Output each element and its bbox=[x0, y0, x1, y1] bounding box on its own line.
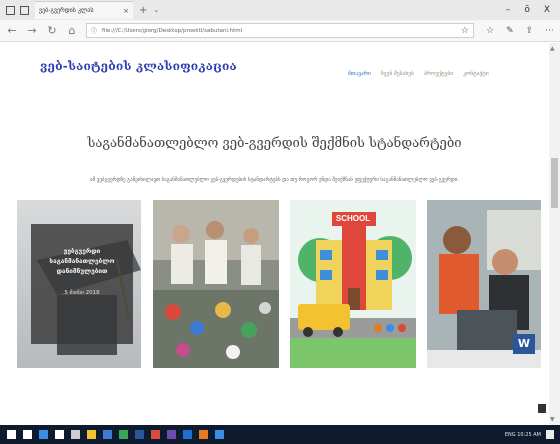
powerpoint-icon[interactable] bbox=[151, 430, 160, 439]
window-controls: – ō X bbox=[506, 5, 560, 15]
share-icon[interactable]: ⇪ bbox=[526, 26, 534, 36]
tab-actions-icon[interactable] bbox=[6, 5, 15, 15]
back-tab-icon[interactable] bbox=[20, 5, 29, 15]
nav-item-projects[interactable]: პროექტები bbox=[424, 71, 453, 77]
start-icon[interactable] bbox=[7, 430, 16, 439]
photos-icon[interactable] bbox=[215, 430, 224, 439]
tab-close-icon[interactable]: × bbox=[123, 7, 129, 15]
page-title: საგანმანათლებლო ვებ-გვერდის შექმნის სტან… bbox=[87, 136, 462, 151]
news-date: 5 მაისი 2018 bbox=[64, 290, 100, 296]
image-gallery: ვებგვერდი საგანმანათლებლო დანიშნულებით 5… bbox=[17, 200, 541, 368]
gallery-card-students[interactable]: W bbox=[427, 200, 541, 368]
school-illustration-image bbox=[290, 200, 416, 368]
search-icon[interactable] bbox=[23, 430, 32, 439]
browser-tab-strip: ვებ-გვერდის კლას × + ⌄ – ō X bbox=[0, 0, 560, 20]
favorite-star-icon[interactable]: ☆ bbox=[461, 26, 469, 36]
firefox-icon[interactable] bbox=[199, 430, 208, 439]
chrome-icon[interactable] bbox=[119, 430, 128, 439]
nav-item-about[interactable]: ჩვენ შესახებ bbox=[381, 71, 414, 77]
school-sign: SCHOOL bbox=[336, 214, 370, 223]
gallery-card-graduation[interactable]: ვებგვერდი საგანმანათლებლო დანიშნულებით 5… bbox=[17, 200, 141, 368]
nav-item-home[interactable]: მთავარი bbox=[348, 71, 371, 77]
browser-tab[interactable]: ვებ-გვერდის კლას × bbox=[35, 1, 133, 19]
windows-taskbar: ENG 10:25 AM bbox=[0, 425, 560, 444]
tab-title: ვებ-გვერდის კლას bbox=[39, 7, 94, 14]
refresh-button[interactable]: ↻ bbox=[44, 24, 60, 37]
onenote-icon[interactable] bbox=[167, 430, 176, 439]
word-icon: W bbox=[513, 334, 535, 354]
site-header: ვებ-საიტების კლასიფიკაცია მთავარი ჩვენ შ… bbox=[0, 43, 549, 103]
file-explorer-icon[interactable] bbox=[55, 430, 64, 439]
tray-clock[interactable]: ENG 10:25 AM bbox=[505, 432, 541, 438]
more-icon[interactable]: ··· bbox=[545, 26, 554, 36]
back-to-top-icon[interactable] bbox=[538, 404, 546, 413]
gallery-card-science[interactable] bbox=[153, 200, 279, 368]
site-brand[interactable]: ვებ-საიტების კლასიფიკაცია bbox=[40, 59, 237, 73]
science-fair-image bbox=[153, 200, 279, 368]
news-caption: ვებგვერდი საგანმანათლებლო დანიშნულებით bbox=[49, 247, 115, 275]
folder-icon[interactable] bbox=[87, 430, 96, 439]
notes-icon[interactable]: ✎ bbox=[506, 26, 514, 36]
url-text: file:///C:/Users/giorg/Desktop/proekti/s… bbox=[102, 27, 243, 34]
news-overlay: ვებგვერდი საგანმანათლებლო დანიშნულებით 5… bbox=[31, 224, 133, 344]
edge-icon[interactable] bbox=[39, 430, 48, 439]
store-icon[interactable] bbox=[71, 430, 80, 439]
favorites-icon[interactable]: ☆ bbox=[486, 26, 494, 36]
scroll-down-icon[interactable]: ▼ bbox=[550, 416, 555, 423]
home-button[interactable]: ⌂ bbox=[64, 24, 80, 37]
address-bar-row: ← → ↻ ⌂ ⓘ file:///C:/Users/giorg/Desktop… bbox=[0, 20, 560, 42]
maximize-button[interactable]: ō bbox=[524, 5, 530, 15]
nav-item-contact[interactable]: კონტაქტი bbox=[463, 71, 489, 77]
system-tray: ENG 10:25 AM bbox=[505, 430, 560, 439]
info-icon[interactable]: ⓘ bbox=[91, 26, 97, 35]
page-subtitle: ამ ვებგვერდზე განვიხილავთ საგანმანათლებლ… bbox=[90, 177, 459, 183]
notifications-icon[interactable] bbox=[546, 430, 554, 439]
svg-text:SCHOOL: SCHOOL bbox=[336, 214, 370, 223]
site-nav: მთავარი ჩვენ შესახებ პროექტები კონტაქტი bbox=[348, 71, 489, 77]
new-tab-button[interactable]: + bbox=[139, 5, 147, 16]
word-taskbar-icon[interactable] bbox=[135, 430, 144, 439]
mail-icon[interactable] bbox=[103, 430, 112, 439]
back-button[interactable]: ← bbox=[4, 24, 20, 37]
url-input[interactable]: ⓘ file:///C:/Users/giorg/Desktop/proekti… bbox=[86, 23, 474, 38]
minimize-button[interactable]: – bbox=[506, 5, 511, 15]
tab-dropdown-icon[interactable]: ⌄ bbox=[153, 6, 159, 14]
page-scrollbar[interactable]: ▲ ▼ bbox=[549, 43, 560, 425]
app-icon[interactable] bbox=[183, 430, 192, 439]
gallery-card-school[interactable]: SCHOOL bbox=[290, 200, 416, 368]
close-window-button[interactable]: X bbox=[544, 5, 550, 15]
forward-button[interactable]: → bbox=[24, 24, 40, 37]
scrollbar-thumb[interactable] bbox=[551, 158, 558, 208]
browser-toolbar: ☆ ✎ ⇪ ··· bbox=[486, 26, 554, 36]
scroll-up-icon[interactable]: ▲ bbox=[550, 45, 555, 52]
